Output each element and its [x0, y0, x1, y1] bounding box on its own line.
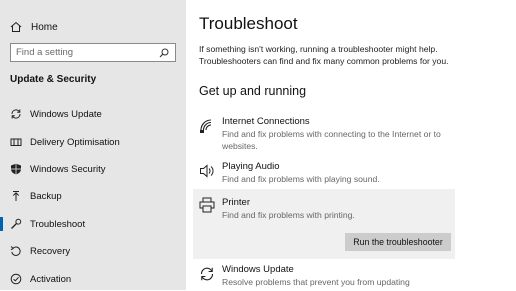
search-icon[interactable]: [159, 48, 169, 58]
delivery-icon: [10, 136, 22, 148]
sidebar-item-windows-update[interactable]: Windows Update: [0, 102, 186, 126]
sidebar-item-label: Recovery: [30, 245, 71, 257]
troubleshooter-windows-update[interactable]: Windows Update Resolve problems that pre…: [193, 264, 455, 290]
section-heading: Get up and running: [199, 84, 307, 98]
sidebar-item-label: Windows Security: [30, 163, 106, 175]
sidebar-item-label: Delivery Optimisation: [30, 136, 120, 148]
sidebar-item-windows-security[interactable]: Windows Security: [0, 157, 186, 181]
troubleshooter-title: Playing Audio: [222, 161, 280, 172]
sidebar: Home Update & Security Windows Update De…: [0, 0, 186, 290]
sidebar-item-label: Troubleshoot: [30, 218, 86, 230]
sidebar-item-label: Backup: [30, 190, 62, 202]
sidebar-item-troubleshoot[interactable]: Troubleshoot: [0, 212, 186, 236]
troubleshooter-description: Find and fix problems with playing sound…: [222, 174, 380, 184]
troubleshooter-title: Windows Update: [222, 264, 294, 275]
intro-text: If something isn't working, running a tr…: [199, 44, 449, 66]
sidebar-section-title: Update & Security: [10, 74, 97, 85]
sidebar-item-activation[interactable]: Activation: [0, 267, 186, 291]
search-input[interactable]: [11, 47, 159, 58]
backup-arrow-icon: [10, 190, 22, 202]
page-title: Troubleshoot: [199, 14, 298, 33]
troubleshooter-description: Resolve problems that prevent you from u…: [222, 277, 410, 287]
refresh-icon: [10, 108, 22, 120]
sidebar-item-recovery[interactable]: Recovery: [0, 239, 186, 263]
troubleshooter-printer[interactable]: Printer Find and fix problems with print…: [193, 189, 455, 259]
troubleshooter-playing-audio[interactable]: Playing Audio Find and fix problems with…: [193, 161, 455, 187]
run-troubleshooter-button[interactable]: Run the troubleshooter: [345, 233, 451, 251]
speaker-icon: [199, 163, 215, 179]
main-content: Troubleshoot If something isn't working,…: [186, 0, 516, 290]
printer-icon: [199, 197, 215, 213]
home-link[interactable]: Home: [10, 18, 58, 36]
troubleshooter-title: Internet Connections: [222, 116, 310, 127]
recovery-icon: [10, 245, 22, 257]
refresh-icon: [199, 266, 215, 282]
sidebar-item-label: Activation: [30, 273, 72, 285]
troubleshooter-description: Find and fix problems with printing.: [222, 210, 355, 220]
settings-search-box[interactable]: [10, 43, 176, 62]
troubleshooter-description: Find and fix problems with connecting to…: [222, 129, 441, 151]
sidebar-item-label: Windows Update: [30, 108, 102, 120]
home-icon: [10, 21, 22, 32]
sidebar-item-delivery-optimisation[interactable]: Delivery Optimisation: [0, 130, 186, 154]
troubleshooter-internet-connections[interactable]: Internet Connections Find and fix proble…: [193, 116, 455, 152]
wifi-icon: [199, 118, 215, 134]
home-label: Home: [31, 21, 58, 33]
wrench-icon: [10, 218, 22, 230]
troubleshooter-title: Printer: [222, 197, 250, 208]
activation-check-icon: [10, 273, 22, 285]
shield-icon: [10, 163, 22, 175]
sidebar-item-backup[interactable]: Backup: [0, 184, 186, 208]
